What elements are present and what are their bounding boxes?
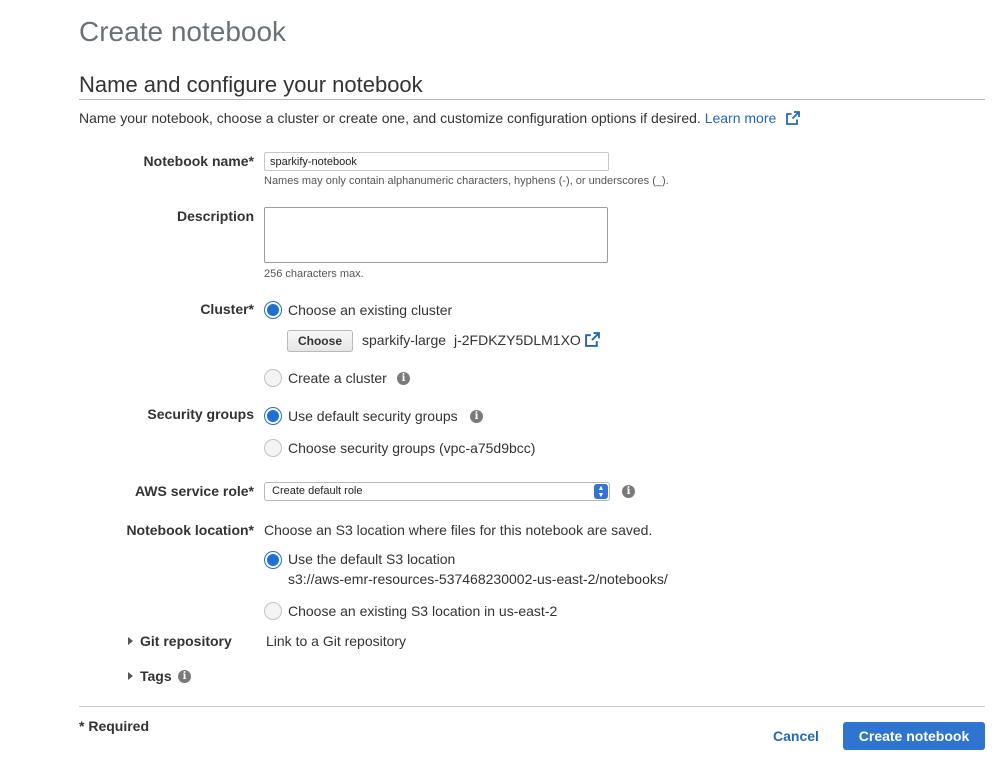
learn-more-link[interactable]: Learn more [705,110,777,126]
notebook-name-label: Notebook name* [143,153,254,169]
page-title: Create notebook [79,16,287,47]
info-icon[interactable]: i [397,372,410,385]
security-default-radio[interactable] [264,407,282,425]
section-divider [79,99,985,100]
select-arrows-icon[interactable]: ▲ ▼ [594,484,608,499]
description-textarea[interactable] [264,207,608,263]
external-link-icon[interactable] [786,111,801,128]
git-repository-toggle[interactable]: Git repository [140,633,232,649]
footer-divider [79,706,985,707]
service-role-select[interactable]: Create default role [264,482,610,501]
location-default-radio[interactable] [264,551,282,569]
notebook-location-description: Choose an S3 location where files for th… [264,522,653,538]
caret-right-icon[interactable] [128,672,133,680]
security-choose-label: Choose security groups (vpc-a75d9bcc) [288,440,536,456]
notebook-name-input[interactable] [264,152,609,171]
cluster-label: Cluster* [200,301,254,317]
info-icon[interactable]: i [622,485,635,498]
section-title: Name and configure your notebook [79,72,423,97]
notebook-name-hint: Names may only contain alphanumeric char… [264,175,669,187]
security-choose-radio[interactable] [264,439,282,457]
tags-toggle[interactable]: Tags [140,668,172,684]
caret-right-icon[interactable] [128,637,133,645]
external-link-icon[interactable] [585,332,600,352]
git-repository-text: Link to a Git repository [266,633,407,649]
intro-text: Name your notebook, choose a cluster or … [79,110,701,126]
security-groups-label: Security groups [147,406,254,422]
service-role-label: AWS service role* [134,483,254,499]
selected-cluster-name: sparkify-large [362,332,447,348]
info-icon[interactable]: i [178,670,191,683]
description-label: Description [176,208,254,224]
required-note: * Required [79,718,150,734]
location-default-path: s3://aws-emr-resources-537468230002-us-e… [288,571,668,587]
create-notebook-button[interactable]: Create notebook [843,722,985,750]
description-hint: 256 characters max. [264,268,364,280]
cancel-button[interactable]: Cancel [773,728,819,744]
location-existing-label: Choose an existing S3 location in us-eas… [288,603,558,619]
cluster-existing-radio[interactable] [264,301,282,319]
info-icon[interactable]: i [470,410,483,423]
notebook-location-label: Notebook location* [126,522,254,538]
service-role-value: Create default role [272,485,363,497]
cluster-existing-label: Choose an existing cluster [288,302,453,318]
location-default-label: Use the default S3 location [288,551,456,567]
selected-cluster-id-link[interactable]: j-2FDKZY5DLM1XO [454,332,581,348]
choose-cluster-button[interactable]: Choose [287,330,353,352]
cluster-create-radio[interactable] [264,369,282,387]
security-default-label: Use default security groups [288,408,458,424]
cluster-create-label: Create a cluster [288,370,387,386]
section-intro: Name your notebook, choose a cluster or … [79,110,801,128]
location-existing-radio[interactable] [264,602,282,620]
